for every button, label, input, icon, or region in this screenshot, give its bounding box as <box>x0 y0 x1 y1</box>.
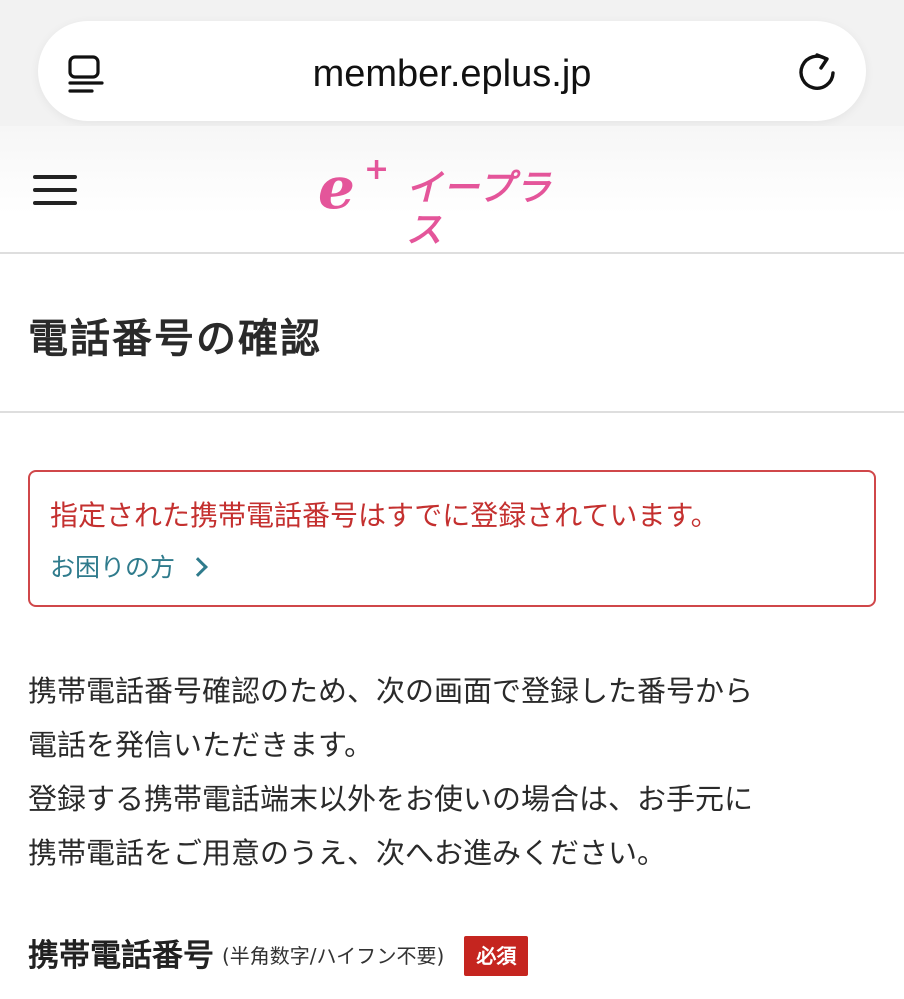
error-message: 指定された携帯電話番号はすでに登録されています。 <box>50 499 719 532</box>
required-badge: 必須 <box>464 936 529 976</box>
description: 携帯電話番号確認のため、次の画面で登録した番号から 電話を発信いただきます。 登… <box>28 664 878 880</box>
help-link-label[interactable]: お困りの方 <box>50 553 175 582</box>
logo-text: イープラス <box>406 168 552 251</box>
chevron-right-icon <box>188 557 208 577</box>
hamburger-menu-icon[interactable] <box>33 175 77 207</box>
logo-mark: e <box>318 154 355 222</box>
logo-plus: + <box>364 152 390 187</box>
url-text[interactable]: member.eplus.jp <box>0 52 904 96</box>
reload-icon[interactable] <box>796 51 840 95</box>
title-divider <box>0 411 904 413</box>
phone-field-hint: (半角数字/ハイフン不要) <box>222 944 445 968</box>
menu-bar <box>33 188 77 192</box>
menu-bar <box>33 175 77 179</box>
description-line: 携帯電話をご用意のうえ、次へお進みください。 <box>28 836 667 870</box>
description-line: 登録する携帯電話端末以外をお使いの場合は、お手元に <box>28 782 754 816</box>
error-alert: 指定された携帯電話番号はすでに登録されています。 お困りの方 <box>28 470 876 607</box>
menu-bar <box>33 201 77 205</box>
description-line: 電話を発信いただきます。 <box>28 728 374 762</box>
phone-field-label-row: 携帯電話番号 (半角数字/ハイフン不要) 必須 <box>28 934 529 978</box>
page-title: 電話番号の確認 <box>28 316 322 362</box>
help-link[interactable]: お困りの方 <box>50 550 208 586</box>
phone-field-label: 携帯電話番号 <box>28 938 214 974</box>
description-line: 携帯電話番号確認のため、次の画面で登録した番号から <box>28 674 754 708</box>
eplus-logo[interactable]: e + イープラス <box>318 152 588 251</box>
